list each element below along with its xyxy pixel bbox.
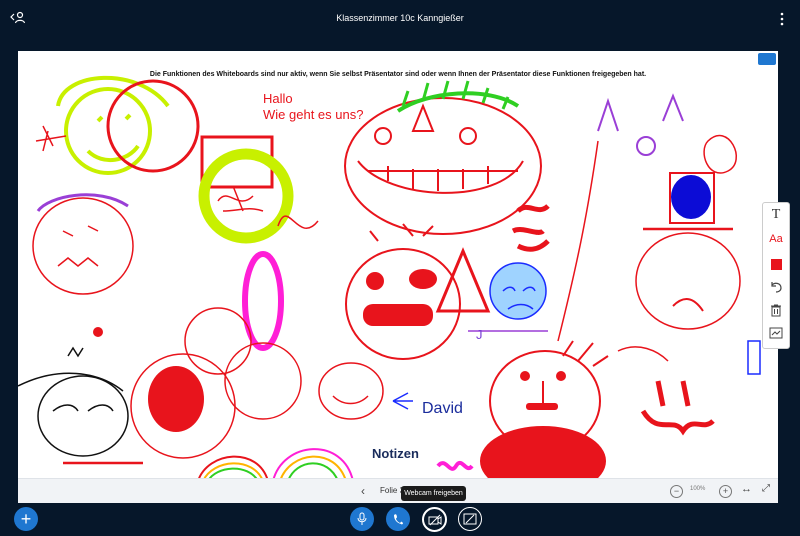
undo-icon[interactable] bbox=[764, 276, 788, 298]
font-size-icon[interactable]: Aa bbox=[764, 228, 788, 250]
annotation-hallo-line1: Hallo bbox=[263, 91, 293, 106]
zoom-in-icon[interactable]: + bbox=[719, 485, 732, 498]
zoom-out-icon[interactable]: − bbox=[670, 485, 683, 498]
meeting-title: Klassenzimmer 10c Kanngießer bbox=[336, 13, 464, 23]
screen-share-button[interactable] bbox=[458, 507, 482, 531]
leave-audio-button[interactable] bbox=[386, 507, 410, 531]
top-bar: Klassenzimmer 10c Kanngießer bbox=[0, 0, 800, 38]
webcam-tooltip: Webcam freigeben bbox=[401, 486, 466, 501]
zoom-value: 100% bbox=[690, 486, 706, 492]
more-options-icon[interactable] bbox=[778, 11, 786, 27]
annotation-david: David bbox=[422, 400, 463, 417]
annotation-notizen: Notizen bbox=[372, 446, 419, 461]
webcam-off-icon bbox=[428, 514, 441, 525]
annotation-hallo: Hallo Wie geht es uns? bbox=[263, 91, 363, 123]
slide-controls: ‹ Folie 3 − 100% + ↔ ⤢ bbox=[18, 478, 778, 503]
whiteboard[interactable]: Die Funktionen des Whiteboards sind nur … bbox=[18, 51, 778, 501]
annotation-hallo-line2: Wie geht es uns? bbox=[263, 107, 364, 122]
text-tool-icon[interactable]: T bbox=[764, 204, 788, 226]
multi-user-icon[interactable] bbox=[764, 322, 788, 344]
whiteboard-toolbar: T Aa bbox=[762, 202, 790, 349]
annotation-j: J bbox=[476, 327, 483, 342]
microphone-button[interactable] bbox=[350, 507, 374, 531]
microphone-icon bbox=[357, 512, 367, 525]
lime-ring-drawing bbox=[198, 148, 294, 244]
lime-smiley-drawing bbox=[56, 75, 170, 175]
whiteboard-drawings bbox=[18, 75, 761, 481]
red-circle-drawing bbox=[106, 79, 200, 173]
actions-plus-button[interactable]: + bbox=[14, 507, 38, 531]
trash-icon[interactable] bbox=[764, 299, 788, 321]
color-picker-button[interactable] bbox=[764, 253, 788, 275]
screen-share-off-icon bbox=[463, 513, 477, 525]
color-swatch-icon bbox=[770, 258, 782, 270]
fullscreen-icon[interactable]: ⤢ bbox=[762, 483, 770, 494]
webcam-share-button[interactable] bbox=[422, 507, 447, 532]
fit-width-icon[interactable]: ↔ bbox=[741, 483, 752, 495]
previous-slide-icon[interactable]: ‹ bbox=[361, 484, 365, 498]
phone-icon bbox=[394, 514, 403, 525]
